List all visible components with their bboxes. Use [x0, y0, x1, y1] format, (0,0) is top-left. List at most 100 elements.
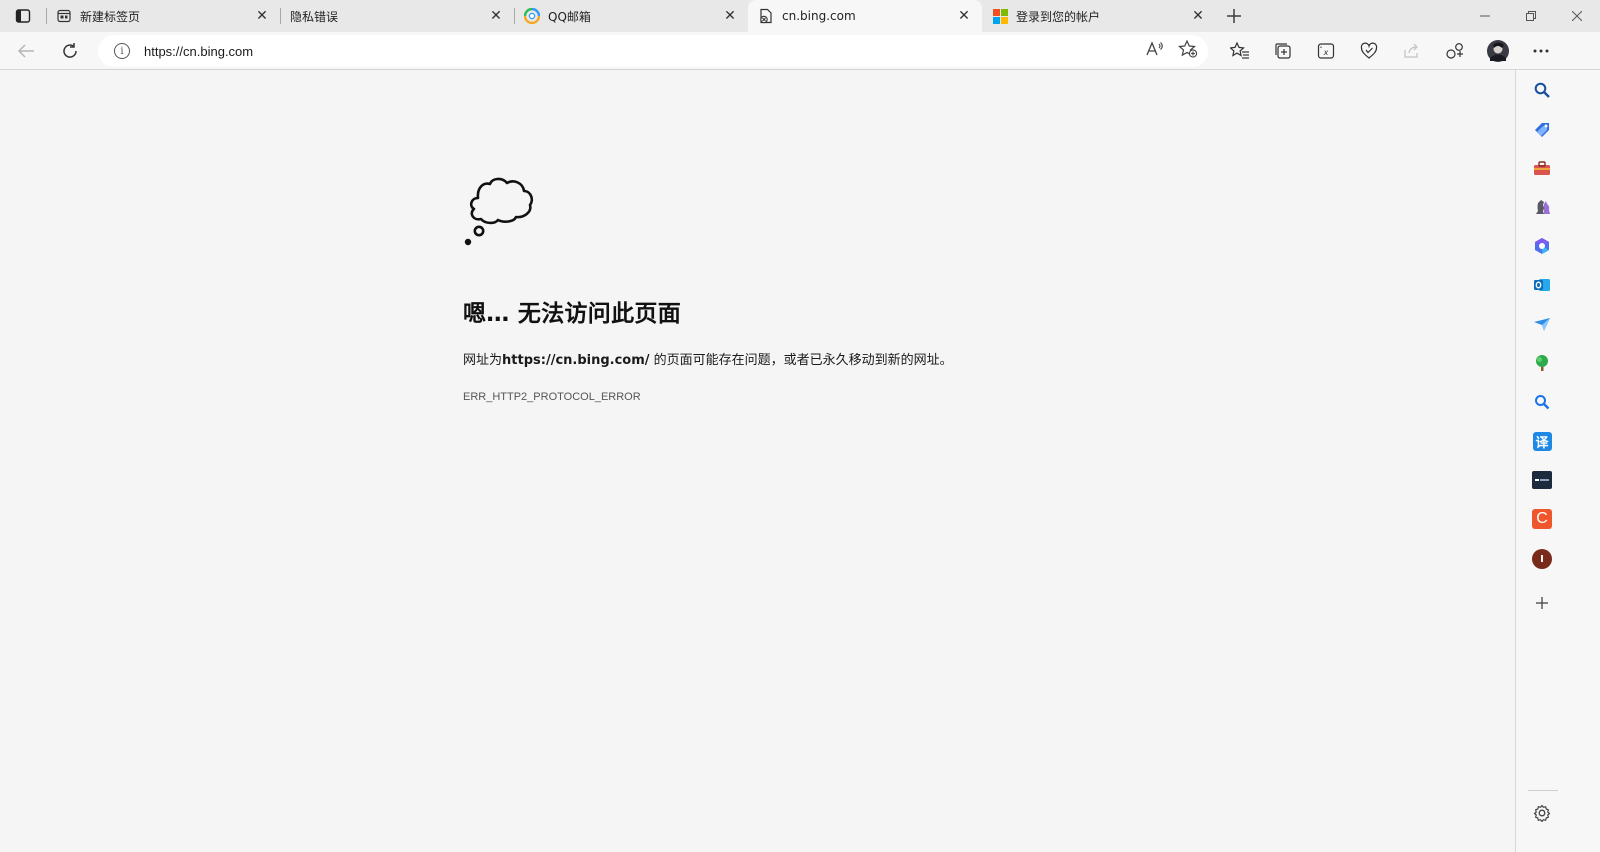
outlook-icon: [1534, 279, 1550, 291]
sidebar-send-button[interactable]: [1532, 314, 1552, 334]
favorites-button[interactable]: [1218, 35, 1261, 67]
newtab-icon: [56, 8, 72, 24]
sidebar-tools-button[interactable]: [1532, 158, 1552, 178]
thought-bubble-icon: [464, 177, 534, 246]
tab-newtab[interactable]: 新建标签页 ✕: [46, 0, 280, 32]
sidebar-tree-button[interactable]: [1532, 353, 1552, 373]
tools-icon: [1534, 161, 1550, 175]
sidebar-c-app-button[interactable]: C: [1532, 509, 1552, 529]
heart-pulse-icon: [1360, 42, 1377, 59]
tab-privacy-error[interactable]: 隐私错误 ✕: [280, 0, 514, 32]
tab-close-icon[interactable]: ✕: [254, 8, 270, 24]
minimize-button[interactable]: [1462, 0, 1508, 32]
c-app-icon: C: [1532, 509, 1552, 529]
search-icon: [1534, 82, 1550, 98]
new-tab-button[interactable]: [1216, 0, 1252, 32]
sidebar-add-button[interactable]: [1532, 593, 1552, 613]
sidebar-translate-button[interactable]: 译: [1532, 431, 1552, 451]
sidebar-office-button[interactable]: [1532, 236, 1552, 256]
send-icon: [1534, 318, 1550, 331]
error-description: 网址为https://cn.bing.com/ 的页面可能存在问题，或者已永久移…: [463, 349, 953, 368]
refresh-button[interactable]: [50, 35, 90, 67]
browser-essentials-button[interactable]: [1347, 35, 1390, 67]
error-desc-suffix: 的页面可能存在问题，或者已永久移动到新的网址。: [649, 353, 953, 368]
window-controls: [1462, 0, 1600, 32]
microsoft-logo-icon: [992, 8, 1008, 24]
tab-close-icon[interactable]: ✕: [956, 8, 972, 24]
share-button[interactable]: [1390, 35, 1433, 67]
tab-actions-button[interactable]: [0, 0, 46, 32]
math-solver-button[interactable]: x: [1304, 35, 1347, 67]
error-desc-prefix: 网址为: [463, 353, 503, 368]
profile-circle-icon: I: [1532, 549, 1552, 569]
tab-microsoft-login[interactable]: 登录到您的帐户 ✕: [982, 0, 1216, 32]
sidebar-search-button[interactable]: [1532, 80, 1552, 100]
more-icon: [1533, 49, 1548, 53]
collections-icon: [1274, 43, 1291, 59]
sidebar-games-button[interactable]: [1532, 197, 1552, 217]
tab-close-icon[interactable]: ✕: [488, 8, 504, 24]
sidebar-outlook-button[interactable]: [1532, 275, 1552, 295]
sidebar-shopping-button[interactable]: [1532, 119, 1552, 139]
dark-app-icon: [1532, 471, 1552, 489]
collections-button[interactable]: [1261, 35, 1304, 67]
restore-button[interactable]: [1508, 0, 1554, 32]
tab-bing-active[interactable]: cn.bing.com ✕: [748, 0, 982, 32]
tab-title: QQ邮箱: [548, 9, 591, 24]
extensions-button[interactable]: [1433, 35, 1476, 67]
back-arrow-icon: [17, 43, 34, 58]
sidebar-dark-app-button[interactable]: [1532, 470, 1552, 490]
games-icon: [1536, 200, 1550, 214]
search-blue-icon: [1535, 395, 1550, 410]
math-solver-icon: x: [1317, 43, 1334, 59]
c-app-label: C: [1536, 510, 1548, 527]
settings-more-button[interactable]: [1519, 35, 1562, 67]
sidebar-profile-app-button[interactable]: I: [1532, 549, 1552, 569]
tab-actions-icon: [15, 9, 31, 23]
profile-circle-label: I: [1540, 553, 1544, 565]
error-title: 嗯… 无法访问此页面: [463, 301, 682, 327]
error-code: ERR_HTTP2_PROTOCOL_ERROR: [463, 391, 641, 403]
sidebar-divider: [1528, 790, 1558, 791]
share-icon: [1403, 43, 1418, 58]
translate-icon: 译: [1532, 431, 1552, 451]
tab-close-icon[interactable]: ✕: [1190, 8, 1206, 24]
qqmail-icon: [524, 8, 540, 24]
restore-icon: [1526, 11, 1536, 21]
address-url[interactable]: https://cn.bing.com: [144, 44, 253, 59]
tab-separator: [514, 8, 515, 24]
sidebar-settings-button[interactable]: [1532, 803, 1552, 823]
refresh-icon: [63, 42, 77, 58]
tab-qqmail[interactable]: QQ邮箱 ✕: [514, 0, 748, 32]
close-window-button[interactable]: [1554, 0, 1600, 32]
close-icon: [1572, 11, 1582, 21]
tab-separator: [46, 8, 47, 24]
extensions-icon: [1445, 43, 1463, 59]
read-aloud-icon[interactable]: [1146, 41, 1164, 61]
tab-strip: 新建标签页 ✕ 隐私错误 ✕ QQ邮箱 ✕ cn.bing.com ✕ 登录到您…: [0, 0, 1600, 32]
shopping-tag-icon: [1535, 123, 1549, 137]
avatar: [1486, 40, 1509, 62]
navigation-toolbar: i https://cn.bing.com x: [0, 32, 1600, 70]
minimize-icon: [1480, 15, 1490, 17]
profile-button[interactable]: [1476, 35, 1519, 67]
tab-title: cn.bing.com: [782, 9, 856, 23]
back-button[interactable]: [6, 35, 46, 67]
site-info-icon[interactable]: i: [114, 43, 130, 59]
gear-icon: [1533, 804, 1551, 822]
tab-title: 隐私错误: [290, 9, 339, 24]
tree-icon: [1536, 355, 1548, 371]
office-icon: [1535, 238, 1549, 254]
page-content: 嗯… 无法访问此页面 网址为https://cn.bing.com/ 的页面可能…: [0, 70, 1515, 852]
tab-title: 登录到您的帐户: [1016, 9, 1101, 24]
favorites-icon: [1229, 42, 1249, 59]
page-error-icon: [758, 8, 774, 24]
plus-icon: [1227, 9, 1241, 23]
toolbar-icons: x: [1218, 35, 1562, 67]
address-bar[interactable]: i https://cn.bing.com: [98, 35, 1208, 67]
sidebar-bing-search-button[interactable]: [1532, 392, 1552, 412]
add-favorite-icon[interactable]: [1178, 39, 1198, 62]
tab-close-icon[interactable]: ✕: [722, 8, 738, 24]
add-icon: [1536, 597, 1548, 609]
svg-text:x: x: [1322, 48, 1328, 57]
